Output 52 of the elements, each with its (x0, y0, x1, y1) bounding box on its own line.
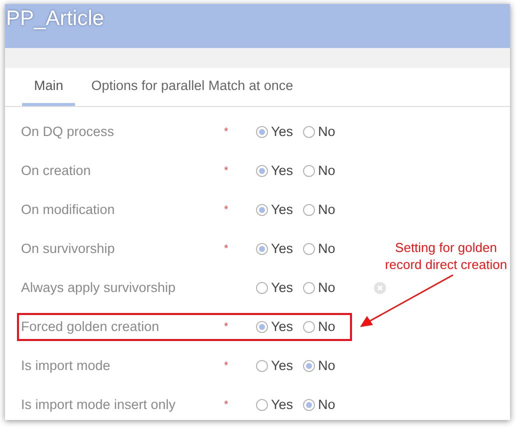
radio-button[interactable] (256, 204, 268, 216)
option-label: Yes (271, 163, 294, 178)
option-label: Yes (271, 202, 294, 217)
radio-button[interactable] (303, 204, 316, 216)
radio-button[interactable] (303, 320, 316, 332)
tab[interactable]: Options for parallel Match at once (79, 68, 306, 106)
annotation-text: Setting for golden record direct creation (384, 239, 508, 273)
radio-button[interactable] (303, 282, 316, 294)
option-label: No (318, 163, 336, 178)
field-label: On DQ process (20, 124, 116, 139)
field-label: On modification (20, 202, 116, 217)
option-label: No (318, 241, 336, 256)
clear-icon[interactable] (374, 282, 386, 294)
required-mark: * (224, 164, 230, 176)
required-mark: * (224, 398, 230, 410)
radio-button[interactable] (256, 242, 268, 254)
field-label: On creation (20, 163, 92, 178)
tab[interactable]: Main (22, 68, 76, 106)
option-label: Yes (271, 241, 294, 256)
radio-button[interactable] (303, 164, 316, 176)
option-label: Yes (271, 358, 294, 373)
field-label: On survivorship (20, 241, 116, 256)
option-label: No (318, 397, 336, 412)
required-mark: * (224, 360, 230, 372)
radio-button[interactable] (256, 398, 268, 410)
radio-button[interactable] (303, 360, 316, 372)
option-label: Yes (271, 319, 294, 334)
radio-button[interactable] (256, 164, 268, 176)
field-label: Is import mode (20, 358, 112, 373)
option-label: Yes (271, 124, 294, 139)
option-label: No (318, 124, 336, 139)
radio-button[interactable] (256, 360, 268, 372)
option-label: Yes (271, 397, 294, 412)
window-title: PP_Article (6, 7, 104, 31)
option-label: No (318, 358, 336, 373)
required-mark: * (224, 126, 230, 138)
radio-button[interactable] (303, 242, 316, 254)
required-mark: * (224, 320, 230, 332)
field-label: Is import mode insert only (20, 397, 177, 412)
option-label: No (318, 319, 336, 334)
field-label: Always apply survivorship (20, 280, 177, 295)
option-label: No (318, 280, 336, 295)
required-mark: * (224, 204, 230, 216)
radio-button[interactable] (256, 282, 268, 294)
required-mark: * (224, 242, 230, 254)
option-label: No (318, 202, 336, 217)
radio-button[interactable] (256, 320, 268, 332)
radio-button[interactable] (303, 398, 316, 410)
field-label: Forced golden creation (20, 319, 160, 334)
radio-button[interactable] (303, 126, 316, 138)
radio-button[interactable] (256, 126, 268, 138)
option-label: Yes (271, 280, 294, 295)
